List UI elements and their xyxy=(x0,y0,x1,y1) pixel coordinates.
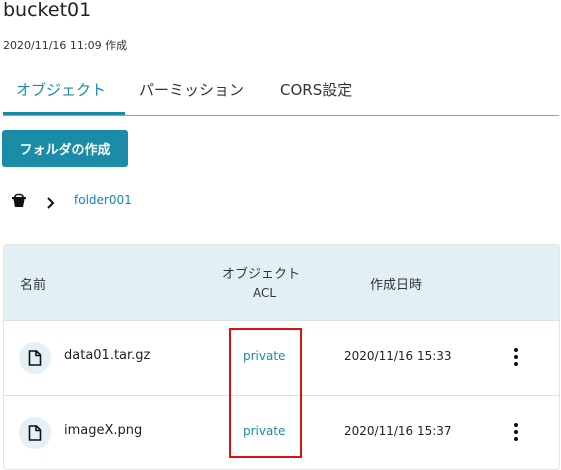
table-header: 名前 オブジェクト ACL 作成日時 xyxy=(4,245,559,321)
column-header-created: 作成日時 xyxy=(370,278,423,293)
tab-bar: オブジェクト パーミッション CORS設定 xyxy=(3,79,559,116)
file-name[interactable]: data01.tar.gz xyxy=(64,348,150,363)
create-folder-button[interactable]: フォルダの作成 xyxy=(2,130,128,167)
file-name[interactable]: imageX.png xyxy=(64,423,142,438)
tab-cors-settings[interactable]: CORS設定 xyxy=(280,79,352,100)
bucket-created-date: 2020/11/16 11:09 作成 xyxy=(3,39,128,52)
column-header-acl-line1: オブジェクト xyxy=(222,267,301,282)
more-options-icon[interactable] xyxy=(506,420,526,444)
breadcrumb-folder-link[interactable]: folder001 xyxy=(74,193,132,207)
tab-permissions[interactable]: パーミッション xyxy=(139,79,244,100)
chevron-right-icon xyxy=(46,194,56,213)
column-header-name: 名前 xyxy=(20,278,47,293)
table-row[interactable]: data01.tar.gz private 2020/11/16 15:33 xyxy=(4,321,559,396)
file-icon xyxy=(19,342,51,374)
column-header-acl-line2: ACL xyxy=(253,286,277,300)
more-options-icon[interactable] xyxy=(506,345,526,369)
created-date: 2020/11/16 15:33 xyxy=(344,349,452,363)
table-row[interactable]: imageX.png private 2020/11/16 15:37 xyxy=(4,396,559,469)
tab-objects[interactable]: オブジェクト xyxy=(16,79,106,100)
created-date: 2020/11/16 15:37 xyxy=(344,424,452,438)
acl-link[interactable]: private xyxy=(243,424,285,438)
file-icon xyxy=(19,417,51,449)
objects-table: 名前 オブジェクト ACL 作成日時 data01.tar.gz private… xyxy=(3,244,560,470)
bucket-title: bucket01 xyxy=(3,0,92,21)
bucket-icon[interactable] xyxy=(12,193,26,212)
acl-link[interactable]: private xyxy=(243,349,285,363)
active-tab-indicator xyxy=(3,112,125,115)
